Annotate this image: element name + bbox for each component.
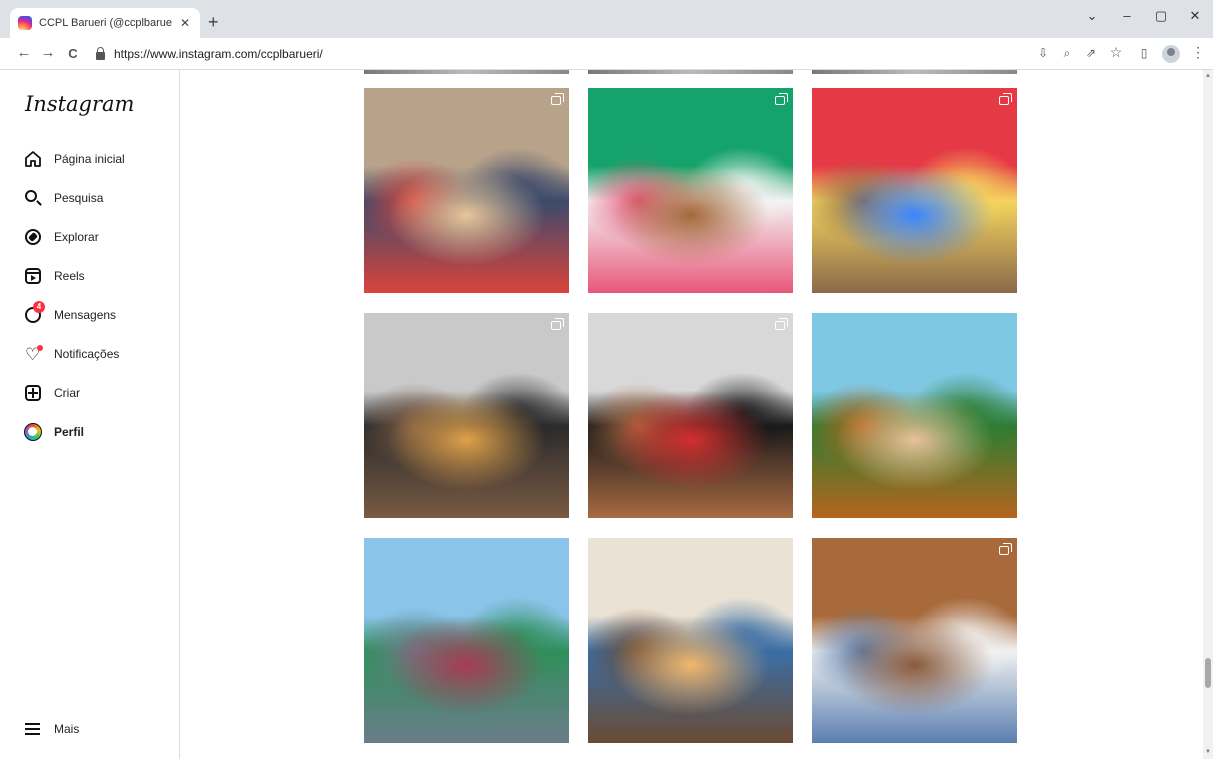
nav-item-profile[interactable]: Perfil xyxy=(24,421,84,443)
post-thumbnail[interactable] xyxy=(812,538,1017,743)
tab-search-chevron-icon[interactable]: ⌄ xyxy=(1077,8,1107,24)
post-thumbnail[interactable] xyxy=(812,88,1017,293)
nav-item-notifications[interactable]: ♡ Notificações xyxy=(24,343,119,365)
carousel-icon xyxy=(775,93,788,105)
post-thumbnail[interactable] xyxy=(588,88,793,293)
nav-item-search[interactable]: Pesquisa xyxy=(24,187,103,209)
back-button[interactable]: ← xyxy=(14,44,34,61)
previous-row-edge xyxy=(812,70,1017,74)
reels-icon xyxy=(24,267,42,285)
carousel-icon xyxy=(775,318,788,330)
carousel-icon xyxy=(999,543,1012,555)
nav-item-explore[interactable]: Explorar xyxy=(24,226,99,248)
nav-item-home[interactable]: Página inicial xyxy=(24,148,125,170)
post-thumbnail[interactable] xyxy=(364,538,569,743)
close-tab-icon[interactable]: ✕ xyxy=(178,16,192,30)
address-bar[interactable]: https://www.instagram.com/ccplbarueri/ xyxy=(96,42,1036,66)
instagram-sidebar: Instagram Página inicial Pesquisa Explor… xyxy=(0,70,180,759)
carousel-icon xyxy=(551,318,564,330)
minimize-button[interactable]: – xyxy=(1112,8,1142,23)
maximize-button[interactable]: ▢ xyxy=(1146,8,1176,24)
post-thumbnail[interactable] xyxy=(364,313,569,518)
tab-strip: CCPL Barueri (@ccplbarueri) • Fo ✕ + ⌄ –… xyxy=(0,0,1213,38)
scrollbar-thumb[interactable] xyxy=(1205,658,1211,688)
browser-toolbar: ← → C https://www.instagram.com/ccplbaru… xyxy=(0,38,1213,70)
bookmark-star-icon[interactable]: ☆ xyxy=(1108,44,1124,61)
close-window-button[interactable]: ✕ xyxy=(1180,8,1210,24)
home-icon xyxy=(24,150,42,168)
notification-dot xyxy=(37,345,43,351)
scrollbar-track[interactable] xyxy=(1203,70,1213,759)
nav-item-messages[interactable]: 4 Mensagens xyxy=(24,301,117,326)
nav-item-create[interactable]: Criar xyxy=(24,382,80,404)
nav-label: Perfil xyxy=(54,425,85,439)
nav-label: Pesquisa xyxy=(54,191,104,205)
reload-button[interactable]: C xyxy=(63,46,83,61)
search-icon xyxy=(24,189,42,207)
previous-row-edge xyxy=(364,70,569,74)
browser-window: CCPL Barueri (@ccplbarueri) • Fo ✕ + ⌄ –… xyxy=(0,0,1213,759)
post-thumbnail[interactable] xyxy=(364,88,569,293)
browser-tab[interactable]: CCPL Barueri (@ccplbarueri) • Fo ✕ xyxy=(10,8,200,38)
carousel-icon xyxy=(999,93,1012,105)
post-thumbnail[interactable] xyxy=(812,313,1017,518)
more-menu-button[interactable]: Mais xyxy=(24,718,79,740)
sidepanel-icon[interactable]: ▯ xyxy=(1136,46,1152,60)
explore-compass-icon xyxy=(24,228,42,246)
post-thumbnail[interactable] xyxy=(588,313,793,518)
carousel-icon xyxy=(551,93,564,105)
heart-icon: ♡ xyxy=(24,345,43,363)
scroll-down-arrow[interactable]: ▼ xyxy=(1205,749,1211,755)
forward-button[interactable]: → xyxy=(38,44,58,61)
profile-post-grid xyxy=(181,70,1203,759)
menu-kebab-icon[interactable]: ⋮ xyxy=(1190,44,1206,61)
profile-icon[interactable] xyxy=(1162,45,1180,63)
create-plus-icon xyxy=(24,384,42,402)
previous-row-edge xyxy=(588,70,793,74)
profile-avatar-icon xyxy=(24,423,42,441)
nav-label: Reels xyxy=(54,269,85,283)
new-tab-button[interactable]: + xyxy=(208,13,219,31)
nav-label: Criar xyxy=(54,386,80,400)
nav-item-reels[interactable]: Reels xyxy=(24,265,85,287)
zoom-icon[interactable]: ⌕ xyxy=(1059,46,1075,61)
instagram-favicon-icon xyxy=(18,16,32,30)
nav-label: Mais xyxy=(54,722,80,736)
post-thumbnail[interactable] xyxy=(588,538,793,743)
instagram-logo[interactable]: Instagram xyxy=(25,92,134,116)
nav-label: Explorar xyxy=(54,230,99,244)
nav-label: Mensagens xyxy=(54,308,117,322)
url-text: https://www.instagram.com/ccplbarueri/ xyxy=(114,47,323,61)
nav-label: Página inicial xyxy=(54,152,125,166)
scroll-up-arrow[interactable]: ▲ xyxy=(1205,73,1211,79)
messenger-icon: 4 xyxy=(24,301,45,324)
hamburger-menu-icon xyxy=(24,720,42,738)
nav-label: Notificações xyxy=(54,347,120,361)
lock-icon xyxy=(96,46,105,60)
messages-badge: 4 xyxy=(33,301,45,313)
share-icon[interactable]: ⇗ xyxy=(1083,46,1099,60)
tab-title: CCPL Barueri (@ccplbarueri) • Fo xyxy=(39,17,172,29)
install-icon[interactable]: ⇩ xyxy=(1035,46,1051,60)
